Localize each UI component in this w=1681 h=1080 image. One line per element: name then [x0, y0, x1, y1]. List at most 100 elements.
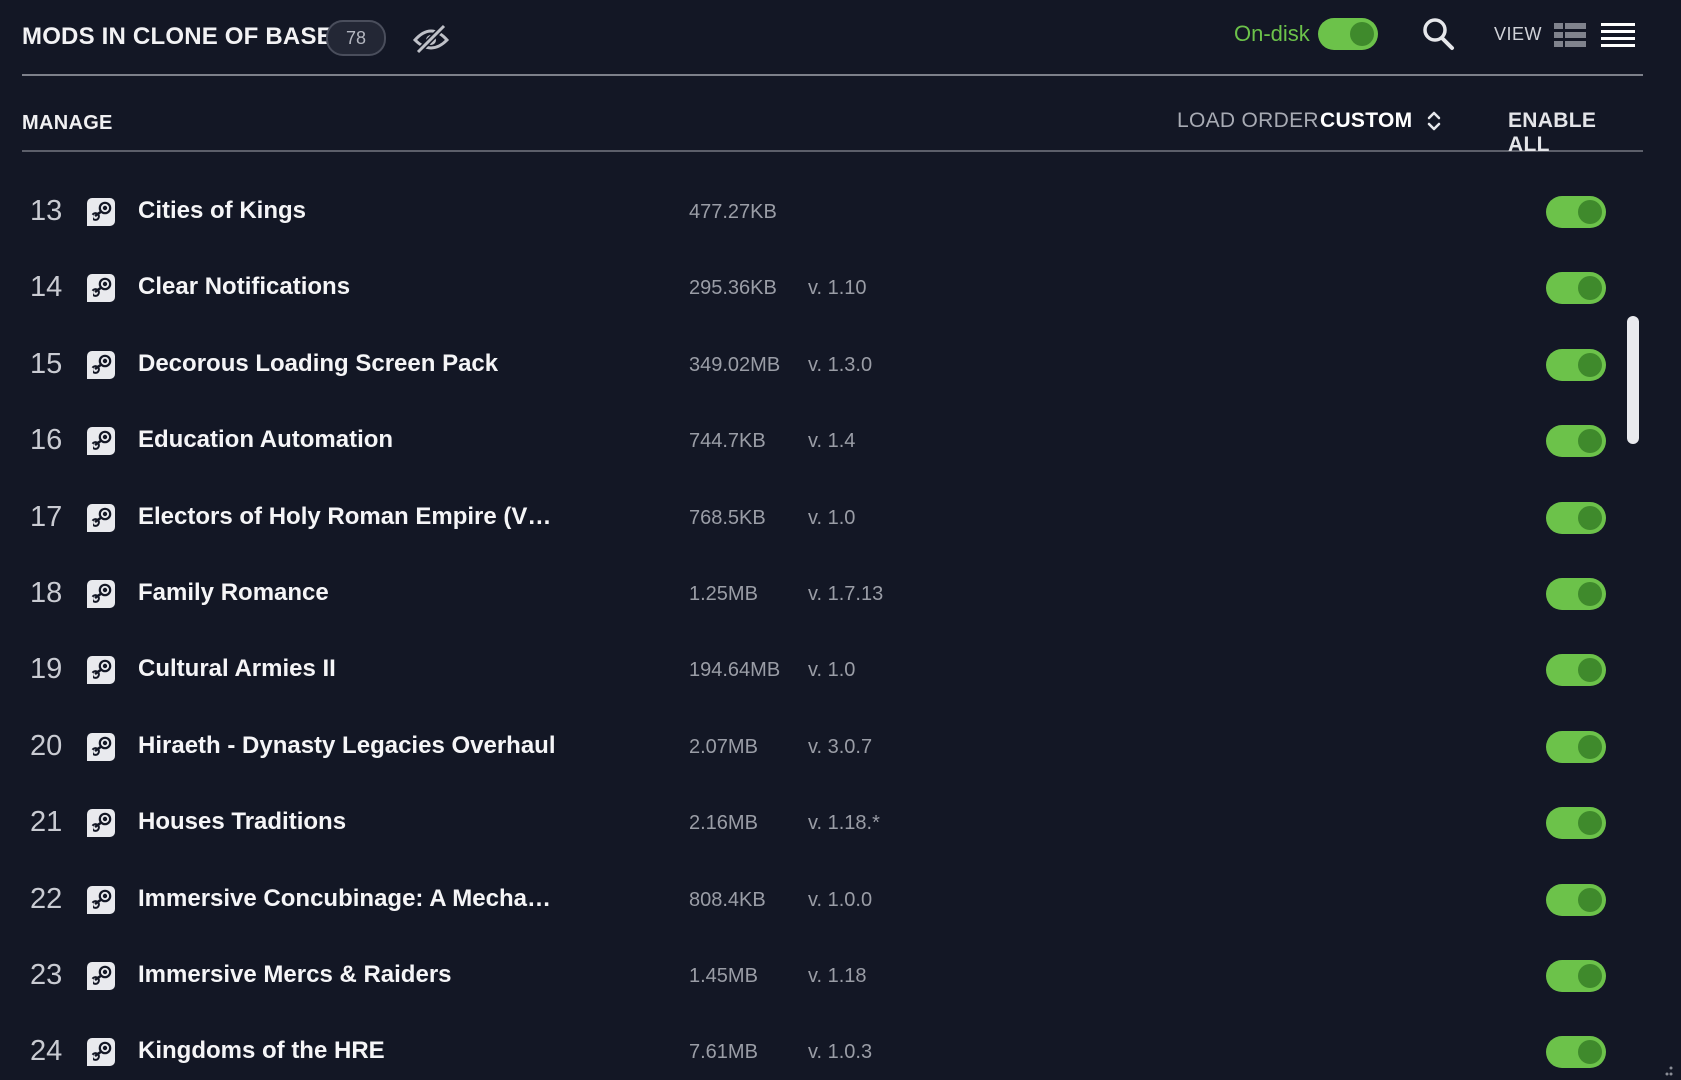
resize-grip-icon[interactable]: [1660, 1064, 1674, 1076]
mod-size: 7.61MB: [689, 1041, 758, 1064]
mod-name: Hiraeth - Dynasty Legacies Overhaul: [138, 731, 556, 759]
mod-count-badge: 78: [326, 20, 386, 56]
on-disk-toggle[interactable]: [1318, 18, 1378, 50]
mod-index: 17: [30, 500, 63, 533]
mod-enable-toggle[interactable]: [1546, 654, 1606, 687]
load-order-select[interactable]: CUSTOM: [1320, 109, 1412, 133]
mod-size: 2.16MB: [689, 812, 758, 835]
mod-version: v. 3.0.7: [808, 735, 873, 758]
mod-version: v. 1.0: [808, 506, 856, 529]
list-view-icon[interactable]: [1600, 22, 1636, 48]
mod-index: 16: [30, 424, 63, 457]
steam-icon: [87, 503, 115, 532]
mod-manager-app: MODS IN CLONE OF BASE 78 On-disk VIEW MA…: [0, 0, 1681, 1080]
steam-icon: [87, 961, 115, 990]
mod-version: v. 1.7.13: [808, 582, 884, 605]
mod-size: 2.07MB: [689, 735, 758, 758]
mod-size: 194.64MB: [689, 659, 781, 682]
mod-enable-toggle[interactable]: [1546, 425, 1606, 458]
steam-icon: [87, 1038, 115, 1067]
manage-label: MANAGE: [22, 112, 113, 134]
mod-enable-toggle[interactable]: [1546, 348, 1606, 381]
mod-row[interactable]: 13 Cities of Kings 477.27KB: [0, 175, 1620, 251]
mod-index: 15: [30, 347, 63, 380]
mod-row[interactable]: 16 Education Automation 744.7KB v. 1.4: [0, 404, 1620, 480]
mod-size: 768.5KB: [689, 506, 766, 529]
mod-enable-toggle[interactable]: [1546, 883, 1606, 916]
scrollbar-thumb[interactable]: [1627, 316, 1639, 444]
sort-icon[interactable]: [1426, 109, 1442, 133]
mod-index: 19: [30, 653, 63, 686]
mod-enable-toggle[interactable]: [1546, 577, 1606, 610]
mod-name: Cities of Kings: [138, 197, 307, 224]
mod-name: Cultural Armies II: [138, 655, 336, 683]
mod-size: 808.4KB: [689, 888, 766, 911]
manage-bar: MANAGE LOAD ORDER CUSTOM ENABLE ALL: [22, 76, 1643, 156]
steam-icon: [87, 809, 115, 838]
mod-enable-toggle[interactable]: [1546, 196, 1606, 228]
mod-index: 23: [30, 958, 63, 991]
steam-icon: [87, 198, 115, 226]
steam-icon: [87, 427, 115, 456]
mod-size: 477.27KB: [689, 201, 777, 223]
mod-size: 1.45MB: [689, 964, 758, 987]
steam-icon: [87, 732, 115, 761]
mod-version: v. 1.18: [808, 964, 867, 987]
mod-name: Decorous Loading Screen Pack: [138, 349, 499, 377]
mod-size: 744.7KB: [689, 430, 766, 453]
mod-row[interactable]: 22 Immersive Concubinage: A Mecha… 808.4…: [0, 863, 1620, 939]
mod-index: 24: [30, 1035, 63, 1068]
mod-row[interactable]: 14 Clear Notifications 295.36KB v. 1.10: [0, 251, 1620, 327]
mod-index: 21: [30, 806, 63, 839]
mod-enable-toggle[interactable]: [1546, 807, 1606, 840]
mod-enable-toggle[interactable]: [1546, 501, 1606, 534]
view-label: VIEW: [1494, 24, 1543, 44]
search-icon[interactable]: [1420, 16, 1456, 52]
mod-enable-toggle[interactable]: [1546, 272, 1606, 305]
steam-icon: [87, 350, 115, 379]
mod-size: 349.02MB: [689, 353, 781, 376]
mod-version: v. 1.0.3: [808, 1041, 873, 1064]
mod-row[interactable]: 21 Houses Traditions 2.16MB v. 1.18.*: [0, 786, 1620, 862]
mod-index: 18: [30, 576, 63, 609]
mod-name: Kingdoms of the HRE: [138, 1037, 385, 1065]
mod-name: Family Romance: [138, 578, 329, 606]
eye-slash-icon[interactable]: [412, 20, 450, 56]
mod-version: v. 1.18.*: [808, 812, 880, 835]
mod-name: Electors of Holy Roman Empire (V…: [138, 502, 552, 530]
enable-all-button[interactable]: ENABLE ALL: [1508, 109, 1643, 157]
steam-icon: [87, 656, 115, 685]
mod-version: v. 1.0.0: [808, 888, 873, 911]
mod-size: 1.25MB: [689, 582, 758, 605]
page-title: MODS IN CLONE OF BASE: [22, 23, 333, 50]
mod-index: 14: [30, 271, 63, 304]
header: MODS IN CLONE OF BASE 78 On-disk VIEW: [22, 0, 1643, 76]
on-disk-label: On-disk: [1234, 21, 1310, 46]
mod-name: Clear Notifications: [138, 273, 351, 301]
mod-name: Houses Traditions: [138, 808, 347, 836]
mod-row[interactable]: 18 Family Romance 1.25MB v. 1.7.13: [0, 557, 1620, 633]
mod-version: v. 1.10: [808, 277, 867, 300]
mod-size: 295.36KB: [689, 277, 777, 300]
mod-row[interactable]: 24 Kingdoms of the HRE 7.61MB v. 1.0.3: [0, 1015, 1620, 1080]
mod-index: 20: [30, 729, 63, 762]
mod-version: v. 1.4: [808, 430, 856, 453]
mod-index: 22: [30, 882, 63, 915]
mod-version: v. 1.0: [808, 659, 856, 682]
steam-icon: [87, 579, 115, 608]
mod-version: v. 1.3.0: [808, 353, 873, 376]
mod-name: Immersive Concubinage: A Mecha…: [138, 884, 551, 912]
steam-icon: [87, 885, 115, 914]
mod-list: 13 Cities of Kings 477.27KB 14 Clear Not…: [0, 175, 1620, 1080]
mod-enable-toggle[interactable]: [1546, 1036, 1606, 1069]
mod-row[interactable]: 17 Electors of Holy Roman Empire (V… 768…: [0, 481, 1620, 557]
mod-enable-toggle[interactable]: [1546, 730, 1606, 763]
mod-row[interactable]: 15 Decorous Loading Screen Pack 349.02MB…: [0, 328, 1620, 404]
grid-view-icon[interactable]: [1552, 22, 1588, 48]
mod-row[interactable]: 23 Immersive Mercs & Raiders 1.45MB v. 1…: [0, 939, 1620, 1015]
mod-index: 13: [30, 195, 63, 227]
mod-enable-toggle[interactable]: [1546, 959, 1606, 992]
mod-row[interactable]: 20 Hiraeth - Dynasty Legacies Overhaul 2…: [0, 710, 1620, 786]
load-order-label: LOAD ORDER: [1177, 109, 1319, 132]
mod-row[interactable]: 19 Cultural Armies II 194.64MB v. 1.0: [0, 633, 1620, 709]
